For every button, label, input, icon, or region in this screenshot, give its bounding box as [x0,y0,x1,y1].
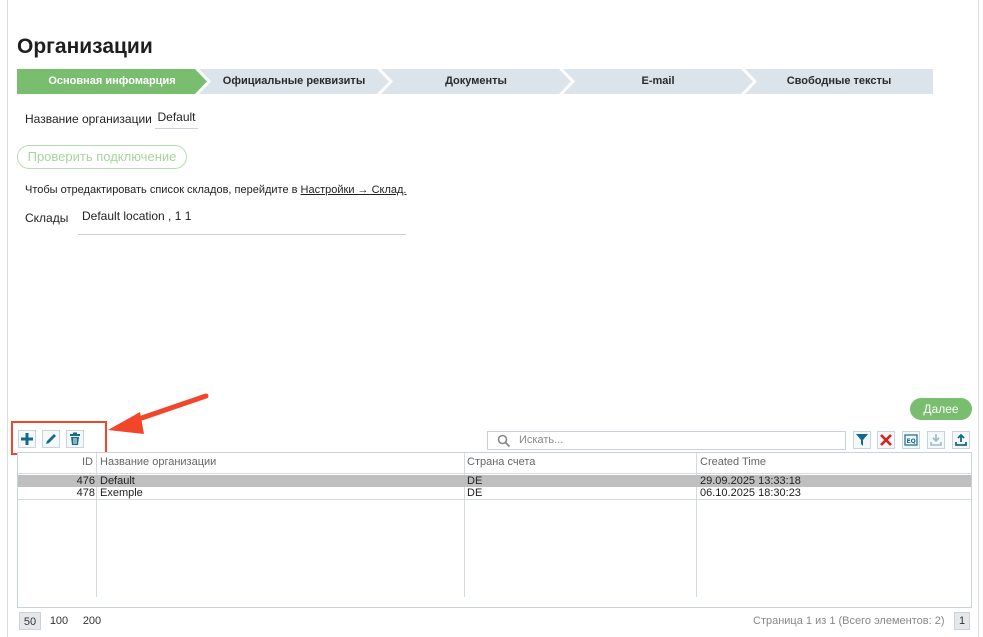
search-table-button[interactable]: EQ [902,431,920,449]
annotation-arrow-icon [108,393,209,434]
cell-id: 476 [76,475,95,487]
delete-button[interactable] [66,430,84,448]
pencil-icon [46,434,56,444]
next-button[interactable]: Далее [910,398,972,420]
page-size-100[interactable]: 100 [46,612,72,630]
step-label: Основная инфомарция [48,75,176,87]
step-label: E-mail [641,75,675,87]
page-size-50[interactable]: 50 [19,612,41,630]
header-id[interactable]: ID [82,456,93,468]
step-label: Свободные тексты [786,75,892,87]
org-name-field[interactable]: Default [155,110,198,129]
warehouses-field[interactable]: Default location , 1 1 [78,209,406,235]
header-divider [18,473,971,474]
warehouses-label: Склады [25,211,69,225]
table-row[interactable]: 478 Exemple DE 06.10.2025 18:30:23 [18,487,971,499]
svg-text:EQ: EQ [907,438,916,445]
cell-created-time: 29.09.2025 13:33:18 [700,475,801,487]
search-table-icon: EQ [904,434,918,446]
import-icon [930,434,942,446]
export-icon [955,433,967,446]
search-box[interactable]: Искать... [487,431,846,450]
check-connection-button[interactable]: Проверить подключение [17,145,187,169]
header-org-name[interactable]: Название организации [100,456,216,468]
page-size-200[interactable]: 200 [79,612,105,630]
step-email[interactable]: E-mail [563,69,753,94]
cell-org-name: Default [100,475,135,487]
page-info: Страница 1 из 1 (Всего элементов: 2) [753,615,945,627]
step-basic-info[interactable]: Основная инфомарция [17,69,207,94]
cell-created-time: 06.10.2025 18:30:23 [700,487,801,499]
trash-icon [70,432,80,445]
page-number-button[interactable]: 1 [954,612,970,630]
filter-icon [856,434,868,446]
search-input[interactable]: Искать... [519,434,563,446]
plus-icon [21,433,33,445]
warehouse-hint: Чтобы отредактировать список складов, пе… [25,184,407,196]
page-title: Организации [17,35,153,58]
hint-text: Чтобы отредактировать список складов, пе… [25,184,298,196]
import-button[interactable] [927,431,945,449]
row-divider [18,499,971,500]
cell-id: 478 [76,487,95,499]
search-icon [497,434,511,448]
step-label: Официальные реквизиты [222,75,366,87]
clear-filter-button[interactable] [877,431,895,449]
export-button[interactable] [952,431,970,449]
step-documents[interactable]: Документы [381,69,571,94]
add-button[interactable] [18,430,36,448]
organizations-table: ID Название организации Страна счета Cre… [17,452,972,608]
step-official-details[interactable]: Официальные реквизиты [199,69,389,94]
clear-filter-icon [880,434,892,446]
cell-country: DE [467,475,483,487]
table-row[interactable]: 476 Default DE 29.09.2025 13:33:18 [18,475,971,487]
step-label: Документы [445,75,507,87]
filter-button[interactable] [853,431,871,449]
org-name-label: Название организации [25,112,152,126]
step-free-texts[interactable]: Свободные тексты [745,69,933,94]
header-country[interactable]: Страна счета [467,456,535,468]
settings-warehouse-link[interactable]: Настройки → Склад. [301,184,407,196]
cell-org-name: Exemple [100,487,143,499]
cell-country: DE [467,487,483,499]
header-created-time[interactable]: Created Time [700,456,766,468]
edit-button[interactable] [42,430,60,448]
